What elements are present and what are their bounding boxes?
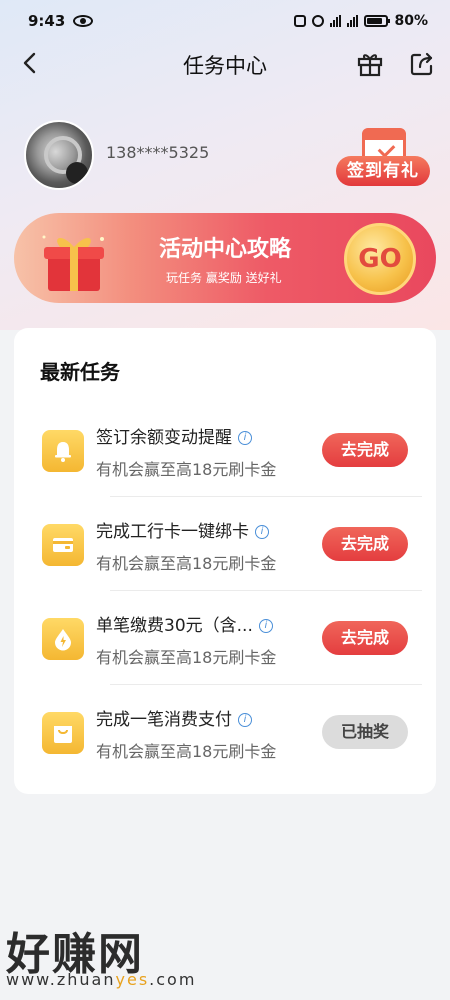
task-desc: 有机会赢至高18元刷卡金 [96, 554, 277, 573]
complete-task-button[interactable]: 去完成 [322, 433, 408, 467]
task-desc: 有机会赢至高18元刷卡金 [96, 648, 277, 667]
complete-task-button[interactable]: 去完成 [322, 621, 408, 655]
tasks-card: 最新任务 签订余额变动提醒 i 有机会赢至高18元刷卡金 去完成 完成工行卡一键绑… [14, 328, 436, 794]
card-icon [42, 524, 84, 566]
tasks-section-title: 最新任务 [40, 360, 120, 384]
nfc-icon [294, 15, 307, 27]
info-icon[interactable]: i [258, 619, 273, 633]
task-desc: 有机会赢至高18元刷卡金 [96, 460, 277, 479]
status-bar: 9:43 80% [0, 0, 450, 42]
battery-icon [364, 15, 391, 27]
task-item: 签订余额变动提醒 i 有机会赢至高18元刷卡金 去完成 [28, 403, 422, 497]
task-desc: 有机会赢至高18元刷卡金 [96, 742, 277, 761]
battery-level: 80% [394, 13, 428, 29]
user-phone: 138****5325 [106, 143, 210, 162]
info-icon[interactable]: i [238, 713, 252, 727]
info-icon[interactable]: i [255, 525, 269, 539]
banner-title: 活动中心攻略 [159, 237, 292, 262]
watermark-url: www.zhuanyes.com [6, 970, 197, 989]
go-button[interactable]: GO [344, 223, 416, 295]
signal-icon [330, 15, 342, 27]
task-name: 完成工行卡一键绑卡 i [96, 517, 269, 542]
gift-box-icon [42, 235, 104, 291]
drawn-task-button[interactable]: 已抽奖 [322, 715, 408, 749]
task-item: 完成一笔消费支付 i 有机会赢至高18元刷卡金 已抽奖 [28, 685, 422, 779]
checkin-button[interactable]: 签到有礼 [336, 128, 430, 188]
avatar[interactable] [24, 120, 94, 190]
bell-icon [42, 430, 84, 472]
share-icon[interactable] [408, 50, 436, 78]
task-item: 单笔缴费30元（含... i 有机会赢至高18元刷卡金 去完成 [28, 591, 422, 685]
alarm-icon [312, 15, 325, 27]
gift-icon[interactable] [356, 50, 384, 78]
task-name: 完成一笔消费支付 i [96, 705, 252, 730]
bag-icon [42, 712, 84, 754]
task-name: 签订余额变动提醒 i [96, 423, 252, 448]
info-icon[interactable]: i [238, 431, 252, 445]
activity-banner[interactable]: 活动中心攻略 玩任务 赢奖励 送好礼 GO [14, 213, 436, 303]
task-item: 完成工行卡一键绑卡 i 有机会赢至高18元刷卡金 去完成 [28, 497, 422, 591]
drop-icon [42, 618, 84, 660]
checkin-label: 签到有礼 [336, 156, 430, 186]
app-header: 任务中心 [0, 44, 450, 84]
complete-task-button[interactable]: 去完成 [322, 527, 408, 561]
signal-icon-2 [347, 15, 359, 27]
banner-subtitle: 玩任务 赢奖励 送好礼 [166, 271, 282, 285]
eye-icon [73, 15, 94, 27]
status-time: 9:43 [28, 12, 66, 30]
task-name: 单笔缴费30元（含... i [96, 611, 273, 636]
